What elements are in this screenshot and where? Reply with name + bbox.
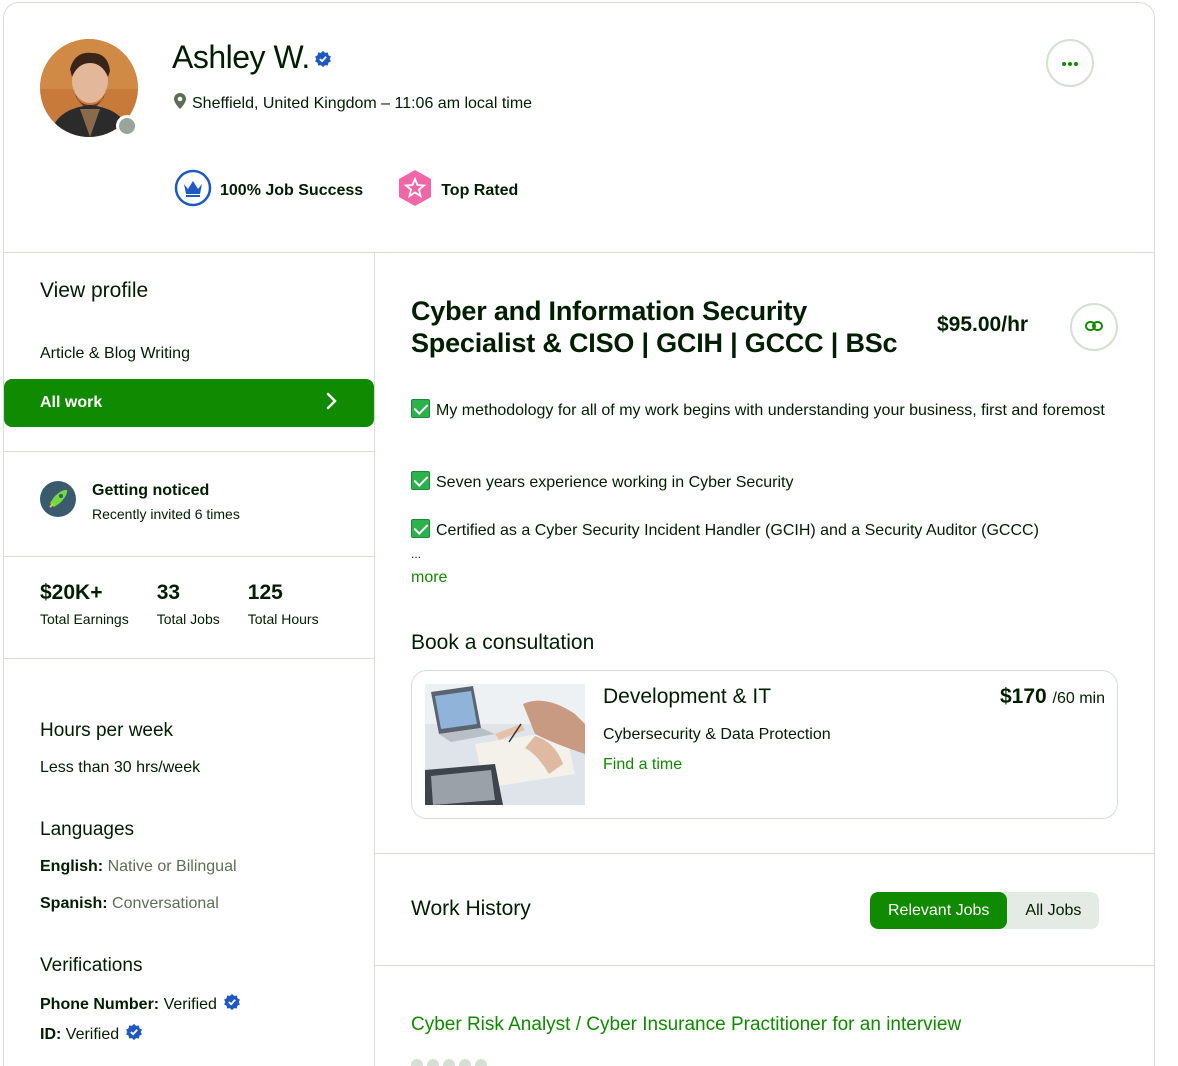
stat-value: 33 [156, 581, 181, 604]
price-value: $170 [999, 685, 1047, 708]
price-duration: /60 min [1052, 690, 1105, 707]
link-icon [1085, 318, 1103, 336]
language-level: Conversational [112, 895, 219, 912]
bullet-text: Certified as a Cyber Security Incident H… [436, 522, 1039, 539]
star-icon [411, 1059, 423, 1066]
language-name: Spanish: [40, 895, 108, 912]
more-options-button[interactable] [1046, 39, 1094, 87]
stat-earnings: $20K+ Total Earnings [40, 581, 129, 627]
find-a-time-link[interactable]: Find a time [603, 756, 682, 774]
verification-value: Verified [65, 1025, 120, 1043]
sidebar-divider [4, 451, 374, 452]
more-link[interactable]: more [411, 569, 447, 587]
notice-subtitle: Recently invited 6 times [92, 505, 240, 522]
sidebar-divider [4, 658, 374, 659]
verified-badge-icon [125, 1023, 143, 1046]
section-divider [375, 965, 1154, 966]
top-rated-badge[interactable]: Top Rated [397, 169, 518, 212]
all-work-label: All work [40, 394, 103, 411]
job-rating-stars [411, 1059, 487, 1066]
stats-row: $20K+ Total Earnings 33 Total Jobs 125 T… [40, 581, 319, 627]
getting-noticed: Getting noticed Recently invited 6 times [40, 481, 240, 522]
overview-ellipsis: ... [411, 547, 422, 561]
notice-title: Getting noticed [92, 481, 210, 499]
work-history-tabs: Relevant Jobs All Jobs [870, 892, 1100, 929]
profile-name-row: Ashley W. [172, 39, 332, 76]
profile-name: Ashley W. [172, 39, 310, 75]
overview-bullet: Seven years experience working in Cyber … [411, 471, 1111, 495]
stat-jobs: 33 Total Jobs [157, 581, 220, 627]
overview-bullet: Certified as a Cyber Security Incident H… [411, 519, 1111, 543]
more-dots-icon [1061, 54, 1079, 72]
online-status-dot [116, 115, 138, 137]
stat-label: Total Jobs [156, 611, 220, 627]
location-text: Sheffield, United Kingdom – 11:06 am loc… [192, 94, 533, 112]
checkbox-icon [411, 519, 430, 538]
consultation-category: Development & IT [603, 685, 772, 708]
verifications-heading: Verifications [40, 955, 143, 976]
star-icon [443, 1059, 455, 1066]
verification-row: ID: Verified [40, 1023, 143, 1046]
column-divider [374, 252, 375, 1066]
section-divider [375, 853, 1154, 854]
profile-card: Ashley W. Sheffield, United Kingdom – 11… [3, 2, 1155, 1066]
overview-bullet: My methodology for all of my work begins… [411, 399, 1111, 423]
language-name: English: [40, 858, 104, 875]
hours-value: Less than 30 hrs/week [40, 759, 201, 776]
bullet-text: My methodology for all of my work begins… [436, 402, 1105, 419]
star-icon [427, 1059, 439, 1066]
header-divider [4, 252, 1154, 253]
job-success-label: 100% Job Success [220, 181, 364, 199]
view-profile-heading: View profile [40, 279, 149, 302]
checkbox-icon [411, 399, 430, 418]
star-icon [475, 1059, 487, 1066]
consultation-price: $170 /60 min [1000, 685, 1105, 709]
language-level: Native or Bilingual [107, 858, 237, 875]
verification-label: ID: [40, 1025, 62, 1043]
profile-title: Cyber and Information Security Specialis… [411, 296, 898, 358]
verification-label: Phone Number: [40, 995, 160, 1013]
stat-label: Total Hours [247, 611, 319, 627]
specialized-profile-link[interactable]: Article & Blog Writing [40, 345, 190, 363]
hourly-rate: $95.00/hr [937, 313, 1029, 336]
stat-value: $20K+ [40, 581, 103, 604]
bullet-text: Seven years experience working in Cyber … [436, 474, 794, 491]
consultation-card[interactable]: Development & IT $170 /60 min Cybersecur… [411, 670, 1118, 819]
verified-badge-icon [223, 993, 241, 1016]
tab-relevant-jobs[interactable]: Relevant Jobs [870, 892, 1008, 929]
crown-icon [174, 169, 212, 212]
checkbox-icon [411, 471, 430, 490]
verified-badge-icon [314, 39, 332, 76]
chevron-right-icon [326, 392, 338, 415]
language-row: English: Native or Bilingual [40, 858, 237, 876]
consultation-image [425, 684, 585, 805]
verification-row: Phone Number: Verified [40, 993, 241, 1016]
stat-value: 125 [247, 581, 283, 604]
language-row: Spanish: Conversational [40, 895, 219, 913]
stat-hours: 125 Total Hours [248, 581, 319, 627]
languages-heading: Languages [40, 819, 135, 840]
rocket-icon [40, 481, 76, 522]
stat-label: Total Earnings [40, 611, 129, 627]
job-success-badge[interactable]: 100% Job Success [174, 169, 363, 212]
all-work-button[interactable]: All work [4, 379, 374, 427]
sidebar-divider [4, 556, 374, 557]
hours-heading: Hours per week [40, 720, 174, 741]
location-pin-icon [174, 93, 186, 114]
badges-row: 100% Job Success Top Rated [174, 169, 552, 212]
top-rated-label: Top Rated [441, 181, 519, 199]
work-history-heading: Work History [411, 897, 531, 920]
verification-value: Verified [163, 995, 217, 1013]
star-icon [459, 1059, 471, 1066]
consultation-heading: Book a consultation [411, 631, 595, 654]
copy-link-button[interactable] [1070, 303, 1118, 351]
location-row: Sheffield, United Kingdom – 11:06 am loc… [174, 93, 532, 114]
job-title-link[interactable]: Cyber Risk Analyst / Cyber Insurance Pra… [411, 1014, 961, 1036]
tab-all-jobs[interactable]: All Jobs [1007, 892, 1099, 929]
avatar[interactable] [40, 39, 138, 137]
consultation-subcategory: Cybersecurity & Data Protection [603, 726, 831, 743]
star-badge-icon [397, 169, 433, 212]
